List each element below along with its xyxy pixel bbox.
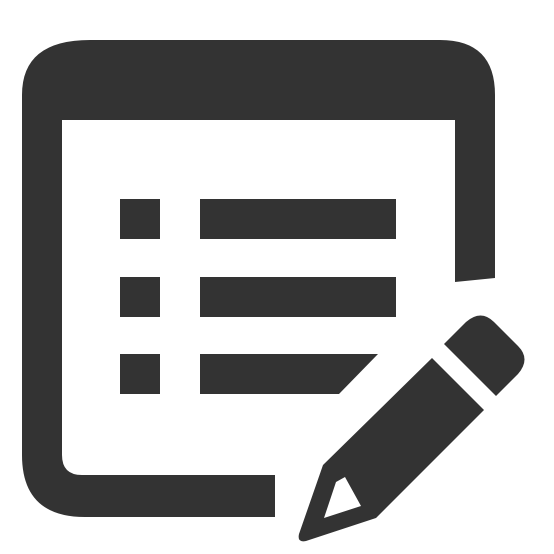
list-bullet-1 bbox=[120, 199, 160, 239]
pencil-icon bbox=[298, 315, 525, 542]
list-line-2 bbox=[200, 277, 396, 317]
list-bullet-2 bbox=[120, 277, 160, 317]
list-line-3 bbox=[200, 354, 378, 394]
edit-list-svg bbox=[22, 40, 525, 542]
edit-list-icon bbox=[0, 0, 554, 554]
list-bullet-3 bbox=[120, 354, 160, 394]
list-line-1 bbox=[200, 199, 396, 239]
